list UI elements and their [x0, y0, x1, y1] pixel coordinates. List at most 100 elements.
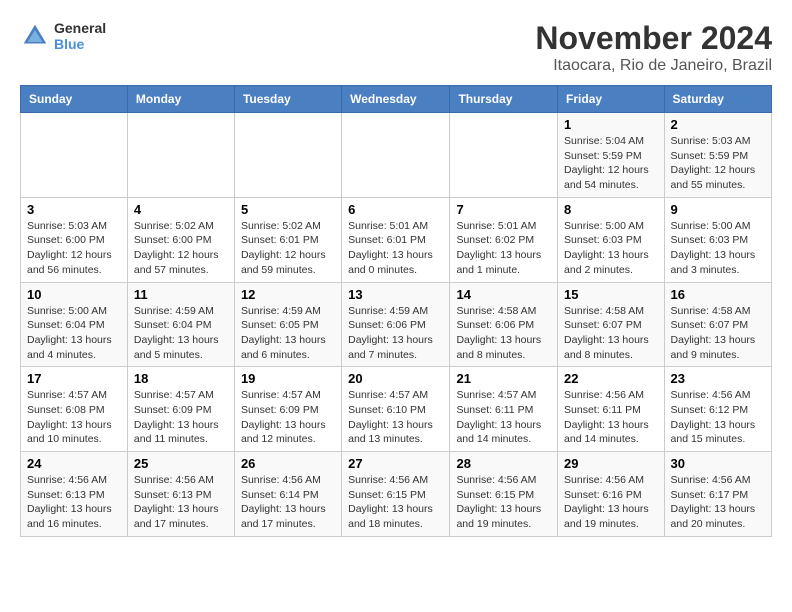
calendar-week-row: 10 Sunrise: 5:00 AM Sunset: 6:04 PM Dayli… — [21, 282, 772, 367]
calendar-cell: 3Sunrise: 5:03 AM Sunset: 6:00 PM Daylig… — [21, 197, 128, 282]
calendar-cell: 19Sunrise: 4:57 AM Sunset: 6:09 PM Dayli… — [234, 367, 341, 452]
calendar-cell: 1 Sunrise: 5:04 AM Sunset: 5:59 PM Daylig… — [558, 113, 665, 198]
day-number: 30 — [671, 456, 765, 471]
logo-line2: Blue — [54, 36, 106, 52]
calendar-cell: 8Sunrise: 5:00 AM Sunset: 6:03 PM Daylig… — [558, 197, 665, 282]
day-number: 7 — [456, 202, 551, 217]
day-info: Sunrise: 4:56 AM Sunset: 6:11 PM Dayligh… — [564, 388, 658, 447]
day-number: 4 — [134, 202, 228, 217]
day-info: Sunrise: 4:58 AM Sunset: 6:07 PM Dayligh… — [671, 304, 765, 363]
day-info: Sunrise: 5:01 AM Sunset: 6:01 PM Dayligh… — [348, 219, 443, 278]
day-number: 21 — [456, 371, 551, 386]
calendar-cell: 22 Sunrise: 4:56 AM Sunset: 6:11 PM Dayli… — [558, 367, 665, 452]
calendar-cell: 15 Sunrise: 4:58 AM Sunset: 6:07 PM Dayli… — [558, 282, 665, 367]
day-info: Sunrise: 4:56 AM Sunset: 6:16 PM Dayligh… — [564, 473, 658, 532]
day-number: 15 — [564, 287, 658, 302]
day-number: 6 — [348, 202, 443, 217]
calendar-cell: 10 Sunrise: 5:00 AM Sunset: 6:04 PM Dayli… — [21, 282, 128, 367]
calendar-week-row: 17 Sunrise: 4:57 AM Sunset: 6:08 PM Dayli… — [21, 367, 772, 452]
calendar-week-row: 24 Sunrise: 4:56 AM Sunset: 6:13 PM Dayli… — [21, 452, 772, 537]
day-info: Sunrise: 4:59 AM Sunset: 6:05 PM Dayligh… — [241, 304, 335, 363]
calendar-cell: 7 Sunrise: 5:01 AM Sunset: 6:02 PM Daylig… — [450, 197, 558, 282]
calendar-table: SundayMondayTuesdayWednesdayThursdayFrid… — [20, 85, 772, 537]
day-number: 5 — [241, 202, 335, 217]
calendar-cell: 4 Sunrise: 5:02 AM Sunset: 6:00 PM Daylig… — [127, 197, 234, 282]
day-number: 26 — [241, 456, 335, 471]
day-number: 10 — [27, 287, 121, 302]
day-info: Sunrise: 4:56 AM Sunset: 6:13 PM Dayligh… — [134, 473, 228, 532]
weekday-header: Friday — [558, 86, 665, 113]
day-info: Sunrise: 4:57 AM Sunset: 6:09 PM Dayligh… — [241, 388, 335, 447]
day-number: 13 — [348, 287, 443, 302]
day-number: 24 — [27, 456, 121, 471]
weekday-header: Wednesday — [342, 86, 450, 113]
calendar-cell: 28 Sunrise: 4:56 AM Sunset: 6:15 PM Dayli… — [450, 452, 558, 537]
calendar-cell: 21 Sunrise: 4:57 AM Sunset: 6:11 PM Dayli… — [450, 367, 558, 452]
day-info: Sunrise: 5:02 AM Sunset: 6:00 PM Dayligh… — [134, 219, 228, 278]
title-block: November 2024 Itaocara, Rio de Janeiro, … — [535, 20, 772, 75]
calendar-week-row: 1 Sunrise: 5:04 AM Sunset: 5:59 PM Daylig… — [21, 113, 772, 198]
day-number: 16 — [671, 287, 765, 302]
day-info: Sunrise: 5:00 AM Sunset: 6:03 PM Dayligh… — [671, 219, 765, 278]
weekday-header: Tuesday — [234, 86, 341, 113]
calendar-cell: 27Sunrise: 4:56 AM Sunset: 6:15 PM Dayli… — [342, 452, 450, 537]
calendar-cell: 5 Sunrise: 5:02 AM Sunset: 6:01 PM Daylig… — [234, 197, 341, 282]
day-info: Sunrise: 4:58 AM Sunset: 6:07 PM Dayligh… — [564, 304, 658, 363]
day-number: 20 — [348, 371, 443, 386]
day-info: Sunrise: 5:00 AM Sunset: 6:04 PM Dayligh… — [27, 304, 121, 363]
day-info: Sunrise: 4:59 AM Sunset: 6:04 PM Dayligh… — [134, 304, 228, 363]
day-info: Sunrise: 4:56 AM Sunset: 6:13 PM Dayligh… — [27, 473, 121, 532]
calendar-cell: 13 Sunrise: 4:59 AM Sunset: 6:06 PM Dayli… — [342, 282, 450, 367]
day-number: 9 — [671, 202, 765, 217]
day-info: Sunrise: 5:04 AM Sunset: 5:59 PM Dayligh… — [564, 134, 658, 193]
calendar-cell — [450, 113, 558, 198]
logo: General Blue — [20, 20, 106, 52]
calendar-cell — [127, 113, 234, 198]
calendar-cell: 24 Sunrise: 4:56 AM Sunset: 6:13 PM Dayli… — [21, 452, 128, 537]
calendar-cell — [21, 113, 128, 198]
day-number: 22 — [564, 371, 658, 386]
weekday-header: Sunday — [21, 86, 128, 113]
calendar-cell: 29 Sunrise: 4:56 AM Sunset: 6:16 PM Dayli… — [558, 452, 665, 537]
calendar-cell: 6 Sunrise: 5:01 AM Sunset: 6:01 PM Daylig… — [342, 197, 450, 282]
day-number: 25 — [134, 456, 228, 471]
calendar-cell: 26 Sunrise: 4:56 AM Sunset: 6:14 PM Dayli… — [234, 452, 341, 537]
day-info: Sunrise: 5:03 AM Sunset: 5:59 PM Dayligh… — [671, 134, 765, 193]
day-info: Sunrise: 4:56 AM Sunset: 6:17 PM Dayligh… — [671, 473, 765, 532]
day-info: Sunrise: 5:01 AM Sunset: 6:02 PM Dayligh… — [456, 219, 551, 278]
day-number: 29 — [564, 456, 658, 471]
day-number: 17 — [27, 371, 121, 386]
calendar-cell: 9 Sunrise: 5:00 AM Sunset: 6:03 PM Daylig… — [664, 197, 771, 282]
logo-line1: General — [54, 20, 106, 36]
weekday-header: Saturday — [664, 86, 771, 113]
calendar-cell: 23Sunrise: 4:56 AM Sunset: 6:12 PM Dayli… — [664, 367, 771, 452]
calendar-title: November 2024 — [535, 20, 772, 57]
calendar-cell: 25 Sunrise: 4:56 AM Sunset: 6:13 PM Dayli… — [127, 452, 234, 537]
calendar-subtitle: Itaocara, Rio de Janeiro, Brazil — [535, 57, 772, 75]
day-number: 2 — [671, 117, 765, 132]
day-number: 11 — [134, 287, 228, 302]
day-info: Sunrise: 4:59 AM Sunset: 6:06 PM Dayligh… — [348, 304, 443, 363]
day-info: Sunrise: 4:57 AM Sunset: 6:08 PM Dayligh… — [27, 388, 121, 447]
logo-text: General Blue — [54, 20, 106, 52]
day-info: Sunrise: 4:56 AM Sunset: 6:15 PM Dayligh… — [456, 473, 551, 532]
header: General Blue November 2024 Itaocara, Rio… — [20, 20, 772, 75]
day-number: 23 — [671, 371, 765, 386]
calendar-cell: 2 Sunrise: 5:03 AM Sunset: 5:59 PM Daylig… — [664, 113, 771, 198]
day-number: 28 — [456, 456, 551, 471]
calendar-cell: 12Sunrise: 4:59 AM Sunset: 6:05 PM Dayli… — [234, 282, 341, 367]
day-number: 18 — [134, 371, 228, 386]
calendar-cell: 11 Sunrise: 4:59 AM Sunset: 6:04 PM Dayli… — [127, 282, 234, 367]
day-number: 27 — [348, 456, 443, 471]
calendar-cell — [342, 113, 450, 198]
day-number: 8 — [564, 202, 658, 217]
calendar-cell: 17 Sunrise: 4:57 AM Sunset: 6:08 PM Dayli… — [21, 367, 128, 452]
day-info: Sunrise: 4:57 AM Sunset: 6:09 PM Dayligh… — [134, 388, 228, 447]
day-info: Sunrise: 5:03 AM Sunset: 6:00 PM Dayligh… — [27, 219, 121, 278]
weekday-header: Thursday — [450, 86, 558, 113]
day-info: Sunrise: 5:02 AM Sunset: 6:01 PM Dayligh… — [241, 219, 335, 278]
day-info: Sunrise: 4:56 AM Sunset: 6:14 PM Dayligh… — [241, 473, 335, 532]
weekday-header-row: SundayMondayTuesdayWednesdayThursdayFrid… — [21, 86, 772, 113]
day-info: Sunrise: 4:57 AM Sunset: 6:11 PM Dayligh… — [456, 388, 551, 447]
day-number: 1 — [564, 117, 658, 132]
